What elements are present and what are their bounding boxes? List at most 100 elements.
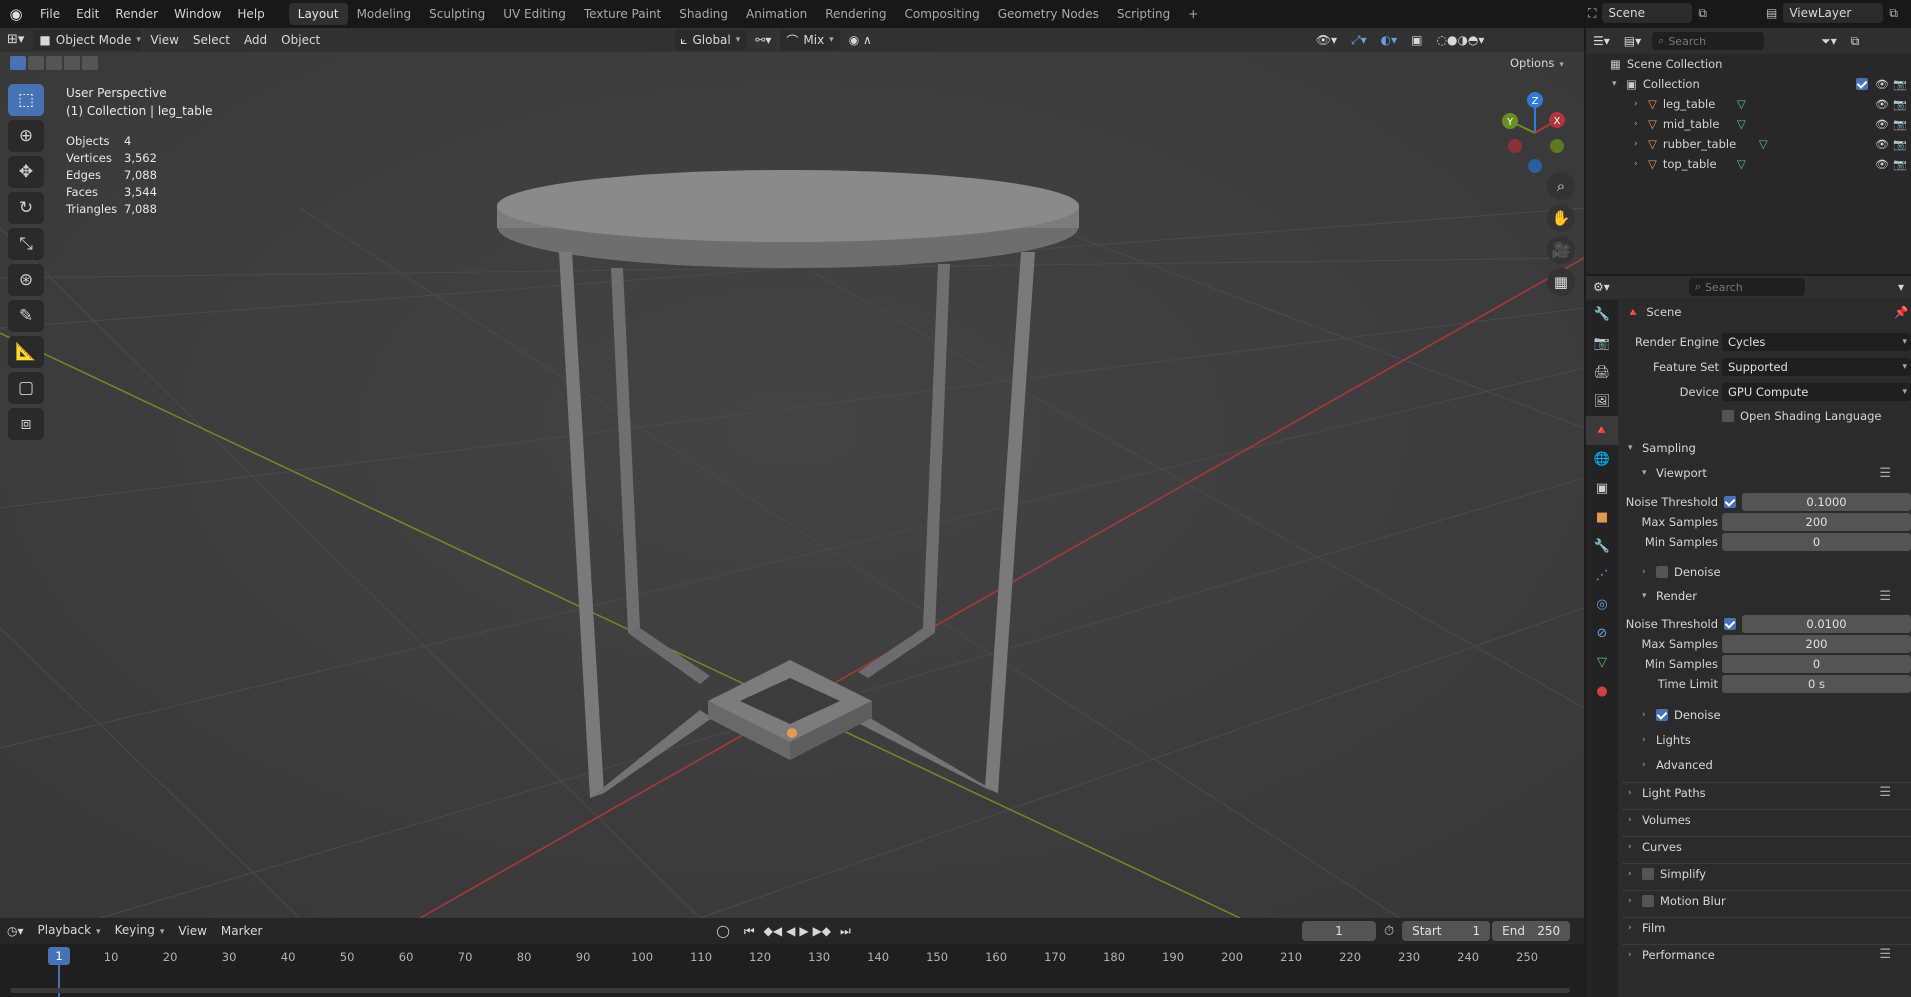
auto-key-icon[interactable]: ◯ [709,919,736,943]
outliner-editor-type-icon[interactable]: ☰▾ [1586,29,1617,53]
visibility-icon[interactable]: 👁▾ [1309,28,1344,52]
constraints-tab-icon[interactable]: ⊘ [1586,619,1618,648]
select-intersect-icon[interactable] [82,56,98,70]
menu-timeline-view[interactable]: View [171,919,213,943]
properties-editor-type-icon[interactable]: ⚙▾ [1586,275,1617,299]
light-paths-panel[interactable]: › Light Paths ☰ [1622,782,1911,802]
timeline-scrollbar[interactable] [10,988,1570,993]
tab-sculpting[interactable]: Sculpting [420,3,494,25]
options-dropdown[interactable]: Options ▾ [1510,56,1564,70]
r-max-field[interactable]: 200 [1722,635,1911,653]
pin-icon[interactable]: 📌 [1894,305,1908,319]
playhead[interactable]: 1 [48,947,70,965]
lights-subpanel[interactable]: › Lights [1622,730,1911,750]
navigation-gizmo[interactable]: Z Y X [1495,88,1575,178]
vp-denoise-checkbox[interactable] [1656,566,1668,578]
menu-help[interactable]: Help [229,0,272,28]
physics-tab-icon[interactable]: ◎ [1586,590,1618,619]
display-mode-icon[interactable]: ▤▾ [1617,29,1648,53]
new-scene-icon[interactable]: ⧉ [1698,6,1707,21]
vp-noise-checkbox[interactable] [1724,496,1736,508]
menu-select[interactable]: Select [186,28,237,52]
cursor-tool-icon[interactable]: ⊕ [8,120,44,152]
camera-render-icon[interactable]: 📷 [1893,158,1907,171]
performance-panel[interactable]: › Performance ☰ [1622,944,1911,964]
collection-row[interactable]: ▾ ▣ Collection 👁 📷 [1586,74,1911,94]
3d-viewport[interactable]: ⊞▾ ■ Object Mode ▾ View Select Add Objec… [0,28,1584,918]
tab-compositing[interactable]: Compositing [895,3,988,25]
pivot-icon[interactable]: ⚯▾ [748,28,778,52]
camera-render-icon[interactable]: 📷 [1893,118,1907,131]
view-layer-selector[interactable]: ▤ ViewLayer ⧉ [1766,3,1898,23]
advanced-subpanel[interactable]: › Advanced [1622,755,1911,775]
expand-arrow-icon[interactable]: › [1634,139,1642,149]
tab-texture-paint[interactable]: Texture Paint [575,3,670,25]
measure-tool-icon[interactable]: 📐 [8,336,44,368]
r-denoise-subpanel[interactable]: › Denoise [1622,705,1911,725]
tab-shading[interactable]: Shading [670,3,737,25]
presets-list-icon[interactable]: ☰ [1879,947,1891,962]
viewport-subpanel-header[interactable]: ▾ Viewport ☰ [1622,463,1911,483]
perspective-toggle-icon[interactable]: ▦ [1547,268,1575,296]
world-tab-icon[interactable]: 🌐 [1586,445,1618,474]
menu-marker[interactable]: Marker [214,919,269,943]
menu-object[interactable]: Object [274,28,327,52]
start-frame-field[interactable]: Start 1 [1402,921,1491,941]
menu-edit[interactable]: Edit [68,0,107,28]
render-engine-dropdown[interactable]: Cycles ▾ [1722,333,1911,351]
add-cube-tool-icon[interactable]: ▢ [8,372,44,404]
scale-tool-icon[interactable]: ⤡ [8,228,44,260]
proportional-edit-icon[interactable]: ◉ ∧ [842,28,879,52]
feature-set-dropdown[interactable]: Supported ▾ [1722,358,1911,376]
rotate-tool-icon[interactable]: ↻ [8,192,44,224]
jump-end-icon[interactable]: ⏭ [833,919,858,943]
end-frame-field[interactable]: End 250 [1492,921,1571,941]
snap-dropdown[interactable]: ⌒ Mix ▾ [780,30,840,50]
play-icon[interactable]: ▶ [797,919,810,943]
menu-playback[interactable]: Playback ▾ [31,918,108,944]
select-new-icon[interactable] [10,56,26,70]
new-view-layer-icon[interactable]: ⧉ [1889,6,1898,21]
scene-selector[interactable]: ⛶ Scene ⧉ [1588,3,1711,23]
tab-rendering[interactable]: Rendering [816,3,895,25]
camera-render-icon[interactable]: 📷 [1893,138,1907,151]
eye-icon[interactable]: 👁 [1875,98,1889,111]
expand-arrow-icon[interactable]: ▾ [1612,79,1620,89]
current-frame-field[interactable]: 1 [1302,921,1376,941]
eye-icon[interactable]: 👁 [1875,118,1889,131]
presets-list-icon[interactable]: ☰ [1879,589,1891,604]
expand-arrow-icon[interactable]: › [1634,99,1642,109]
outliner-object-row[interactable]: › ▽ top_table ▽ 👁 📷 [1586,154,1911,174]
scene-collection-row[interactable]: ▦ Scene Collection [1586,54,1911,74]
filter-icon[interactable]: ⏷▾ [1814,29,1844,53]
select-box-tool-icon[interactable]: ⬚ [8,84,44,116]
vp-min-field[interactable]: 0 [1722,533,1911,551]
modifier-tab-icon[interactable]: 🔧 [1586,532,1618,561]
vp-max-field[interactable]: 200 [1722,513,1911,531]
simplify-panel[interactable]: › Simplify [1622,863,1911,883]
simplify-checkbox[interactable] [1642,867,1654,880]
frame-ruler[interactable]: 10 20 30 40 50 60 70 80 90 100 110 120 130 140 150 160 1… [0,944,1584,997]
tab-geometry-nodes[interactable]: Geometry Nodes [989,3,1108,25]
curves-panel[interactable]: › Curves [1622,836,1911,856]
gizmo-toggle-icon[interactable]: ⤢▾ [1344,28,1374,52]
view-layer-name-field[interactable]: ViewLayer [1783,3,1884,23]
jump-keyframe-back-icon[interactable]: ◆◀ [762,919,784,943]
pan-hand-icon[interactable]: ✋ [1547,204,1575,232]
outliner-object-row[interactable]: › ▽ leg_table ▽ 👁 📷 [1586,94,1911,114]
film-panel[interactable]: › Film [1622,917,1911,937]
transform-orientation-dropdown[interactable]: ⟀ Global ▾ [674,30,747,50]
scene-tab-icon[interactable]: 🔺 [1586,416,1618,445]
data-tab-icon[interactable]: ▽ [1586,648,1618,677]
expand-arrow-icon[interactable]: › [1634,159,1642,169]
collection-tab-icon[interactable]: ▣ [1586,474,1618,503]
new-collection-icon[interactable]: ⧉ [1844,29,1867,53]
output-tab-icon[interactable]: 🖨 [1586,358,1618,387]
device-dropdown[interactable]: GPU Compute ▾ [1722,383,1911,401]
motion-blur-checkbox[interactable] [1642,894,1654,907]
vp-noise-field[interactable]: 0.1000 [1742,493,1911,511]
blender-logo-icon[interactable]: ◉ [0,5,32,23]
menu-view[interactable]: View [143,28,185,52]
select-subtract-icon[interactable] [46,56,62,70]
mode-dropdown[interactable]: ■ Object Mode ▾ [33,30,142,50]
